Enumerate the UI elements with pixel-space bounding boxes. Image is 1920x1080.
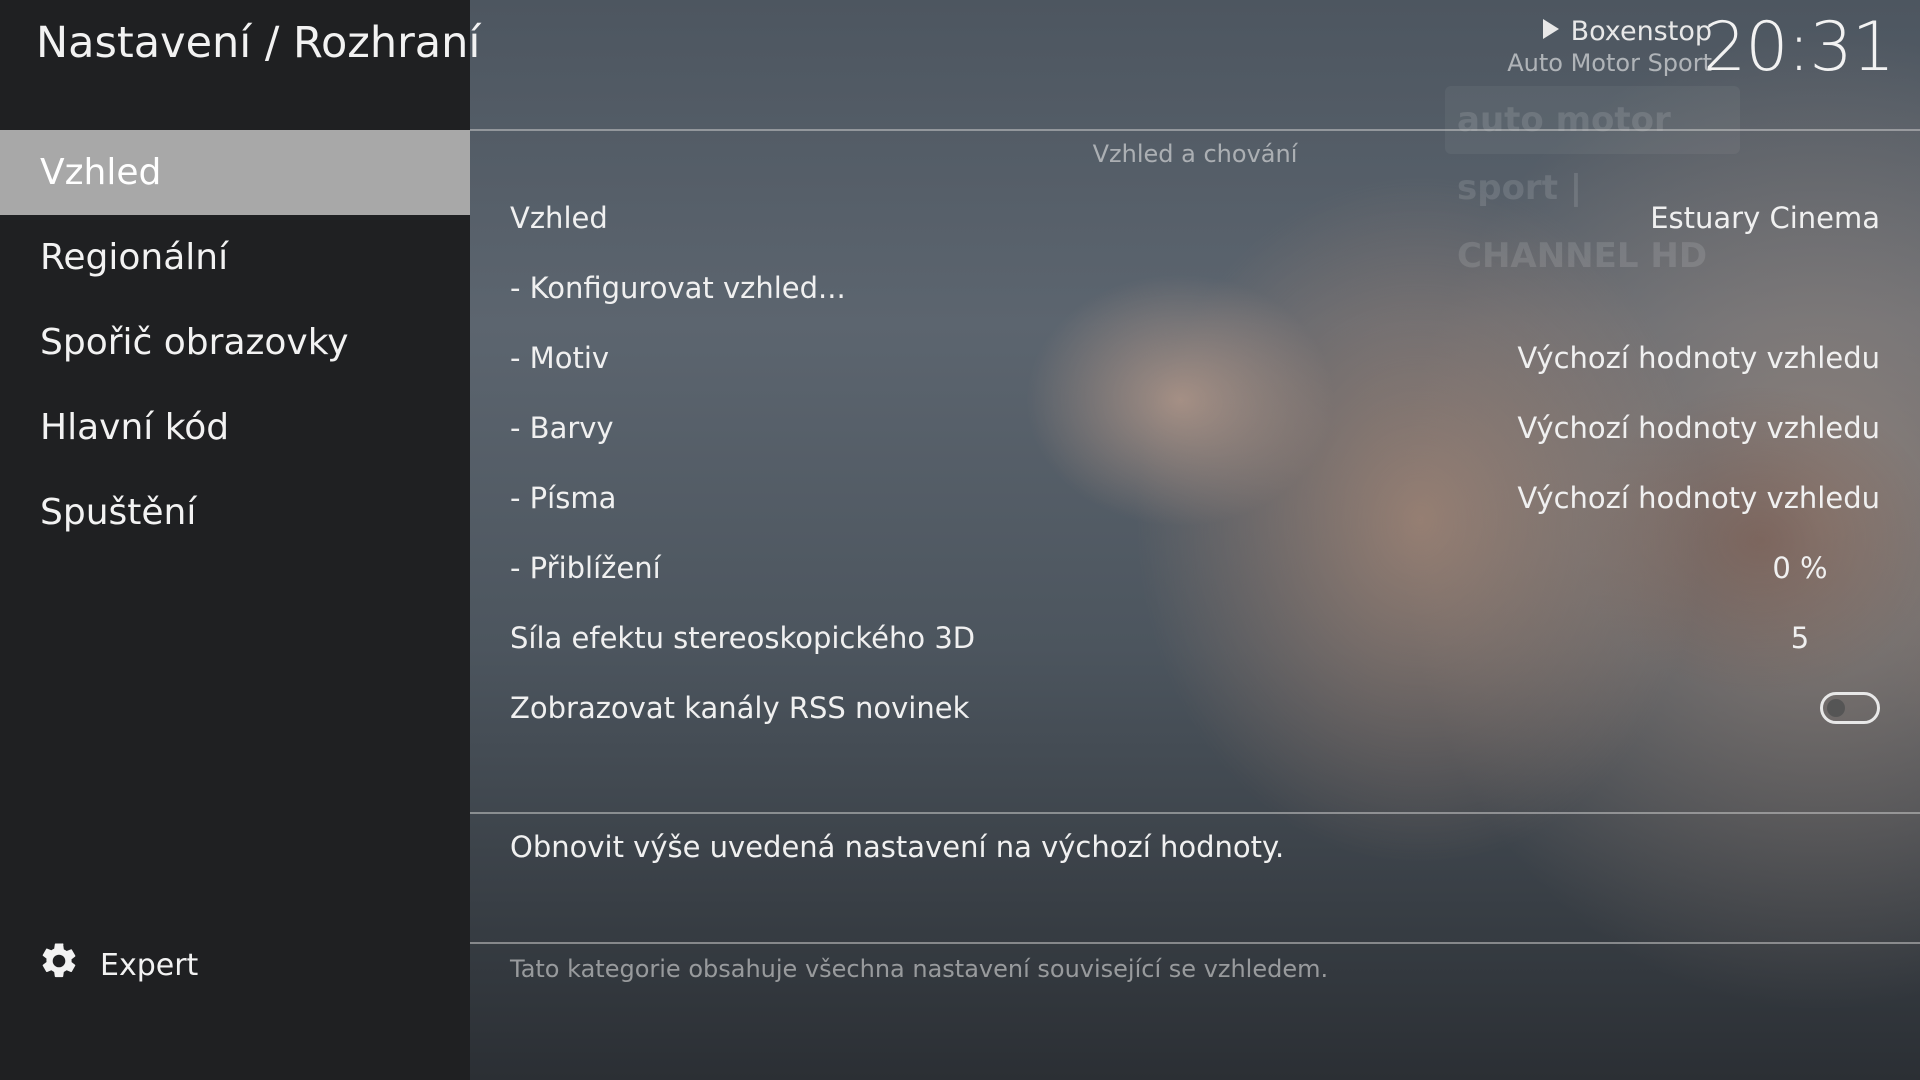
- now-playing-info: Boxenstop Auto Motor Sport: [1507, 16, 1712, 77]
- divider-top: [470, 129, 1920, 131]
- clock: 20:31: [1703, 8, 1895, 87]
- setting-label: - Písma: [510, 481, 617, 515]
- setting-label: - Barvy: [510, 411, 614, 445]
- setting-fonts[interactable]: - Písma Výchozí hodnoty vzhledu: [510, 470, 1880, 526]
- setting-rss-feeds[interactable]: Zobrazovat kanály RSS novinek: [510, 680, 1880, 736]
- category-description: Tato kategorie obsahuje všechna nastaven…: [510, 955, 1329, 983]
- sidebar-item-sporic-obrazovky[interactable]: Spořič obrazovky: [0, 300, 470, 385]
- setting-value: 5: [1790, 621, 1810, 655]
- setting-label: Vzhled: [510, 201, 608, 235]
- sidebar-item-hlavni-kod[interactable]: Hlavní kód: [0, 385, 470, 470]
- settings-level-button[interactable]: Expert: [38, 943, 198, 987]
- setting-value: Výchozí hodnoty vzhledu: [1517, 481, 1880, 515]
- kodi-settings-window: auto motor sport | CHANNEL HD Nastavení …: [0, 0, 1920, 1080]
- reset-defaults-button[interactable]: Obnovit výše uvedená nastavení na výchoz…: [510, 830, 1284, 864]
- rss-toggle[interactable]: [1820, 692, 1880, 724]
- setting-stereoscopic-strength[interactable]: Síla efektu stereoskopického 3D 5: [510, 610, 1880, 666]
- setting-label: - Motiv: [510, 341, 610, 375]
- sidebar-item-vzhled[interactable]: Vzhled: [0, 130, 470, 215]
- now-playing-channel: Auto Motor Sport: [1507, 49, 1712, 77]
- setting-configure-skin[interactable]: - Konfigurovat vzhled...: [510, 260, 1880, 316]
- page-title: Nastavení / Rozhraní: [36, 18, 481, 68]
- setting-label: Zobrazovat kanály RSS novinek: [510, 691, 970, 725]
- setting-value: 0 %: [1772, 551, 1828, 585]
- sidebar-item-regionalni[interactable]: Regionální: [0, 215, 470, 300]
- setting-zoom[interactable]: - Přiblížení 0 %: [510, 540, 1880, 596]
- setting-label: - Přiblížení: [510, 551, 661, 585]
- divider-middle: [470, 812, 1920, 814]
- now-playing-title: Boxenstop: [1570, 16, 1712, 47]
- setting-skin[interactable]: Vzhled Estuary Cinema: [510, 190, 1880, 246]
- sidebar: Nastavení / Rozhraní Vzhled Regionální S…: [0, 0, 480, 1080]
- setting-value: Výchozí hodnoty vzhledu: [1517, 411, 1880, 445]
- section-title: Vzhled a chování: [1092, 140, 1298, 168]
- sidebar-item-spusteni[interactable]: Spuštění: [0, 470, 470, 555]
- setting-value: Výchozí hodnoty vzhledu: [1517, 341, 1880, 375]
- setting-theme[interactable]: - Motiv Výchozí hodnoty vzhledu: [510, 330, 1880, 386]
- setting-colors[interactable]: - Barvy Výchozí hodnoty vzhledu: [510, 400, 1880, 456]
- divider-bottom: [470, 942, 1920, 944]
- play-icon: [1541, 16, 1561, 47]
- setting-label: Síla efektu stereoskopického 3D: [510, 621, 976, 655]
- settings-level-label: Expert: [100, 947, 199, 983]
- gear-icon: [38, 940, 80, 990]
- setting-value: Estuary Cinema: [1650, 201, 1880, 235]
- setting-label: - Konfigurovat vzhled...: [510, 271, 846, 305]
